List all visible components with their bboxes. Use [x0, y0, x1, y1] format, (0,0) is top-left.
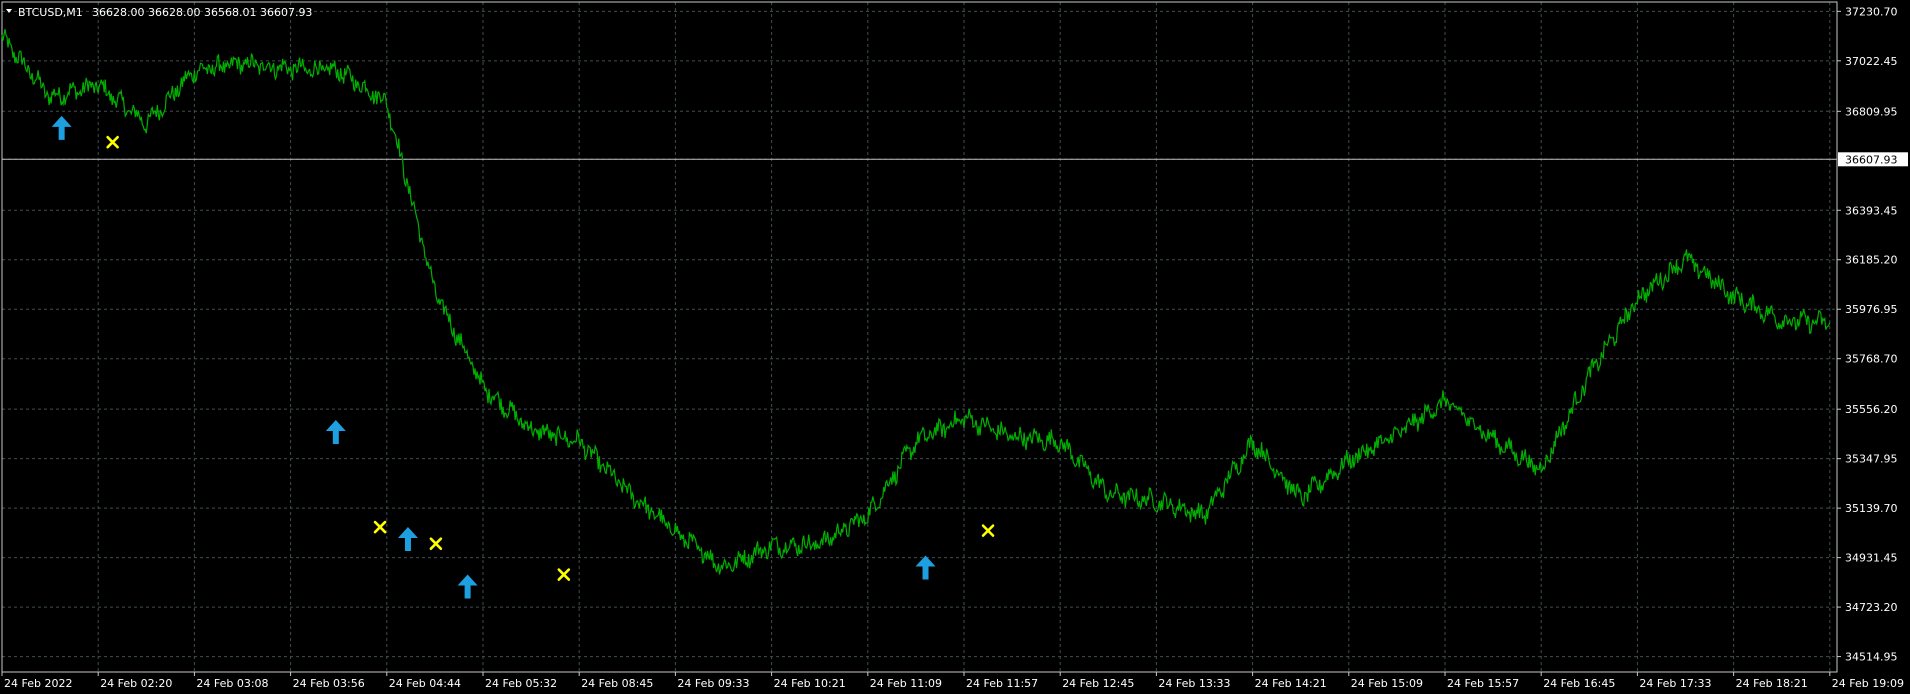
chart-ohlc: 36628.00 36628.00 36568.01 36607.93	[92, 6, 312, 19]
chart-symbol: BTCUSD,M1	[18, 6, 83, 19]
time-tick-label: 24 Feb 12:45	[1062, 677, 1134, 690]
time-tick-label: 24 Feb 19:09	[1832, 677, 1904, 690]
price-tick-label: 37230.70	[1845, 5, 1898, 18]
price-tick-label: 36809.95	[1845, 105, 1898, 118]
chart: 36607.93 37230.70 37022.45 36809.95 36393.4…	[0, 0, 1910, 694]
price-tick-label: 35347.95	[1845, 453, 1898, 466]
time-tick-label: 24 Feb 08:45	[581, 677, 653, 690]
time-tick-label: 24 Feb 15:57	[1447, 677, 1519, 690]
chart-background	[0, 0, 1910, 694]
price-tick-label: 36185.20	[1845, 254, 1898, 267]
time-tick-label: 24 Feb 15:09	[1351, 677, 1423, 690]
time-tick-label: 24 Feb 05:32	[485, 677, 557, 690]
price-tick-label: 34723.20	[1845, 601, 1898, 614]
price-tick-label: 35556.20	[1845, 403, 1898, 416]
time-tick-label: 24 Feb 11:09	[870, 677, 942, 690]
price-tick-label: 36393.45	[1845, 204, 1898, 217]
time-tick-label: 24 Feb 09:33	[677, 677, 749, 690]
price-tick-label: 34514.95	[1845, 651, 1898, 664]
time-tick-label: 24 Feb 10:21	[774, 677, 846, 690]
time-tick-label: 24 Feb 03:56	[293, 677, 365, 690]
time-tick-label: 24 Feb 03:08	[196, 677, 268, 690]
price-tick-label: 35768.70	[1845, 353, 1898, 366]
time-tick-label: 24 Feb 11:57	[966, 677, 1038, 690]
chart-header: BTCUSD,M1 36628.00 36628.00 36568.01 366…	[6, 6, 312, 19]
time-tick-label: 24 Feb 13:33	[1158, 677, 1230, 690]
time-tick-label: 24 Feb 18:21	[1736, 677, 1808, 690]
price-tick-label: 35139.70	[1845, 502, 1898, 515]
time-tick-label: 24 Feb 2022	[4, 677, 72, 690]
time-tick-label: 24 Feb 16:45	[1543, 677, 1615, 690]
time-tick-label: 24 Feb 14:21	[1255, 677, 1327, 690]
time-tick-label: 24 Feb 17:33	[1639, 677, 1711, 690]
price-tick-label: 34931.45	[1845, 552, 1898, 565]
current-price-label: 36607.93	[1845, 153, 1898, 166]
time-tick-label: 24 Feb 02:20	[100, 677, 172, 690]
price-tick-label: 35976.95	[1845, 303, 1898, 316]
price-tick-label: 37022.45	[1845, 55, 1898, 68]
time-tick-label: 24 Feb 04:44	[389, 677, 461, 690]
